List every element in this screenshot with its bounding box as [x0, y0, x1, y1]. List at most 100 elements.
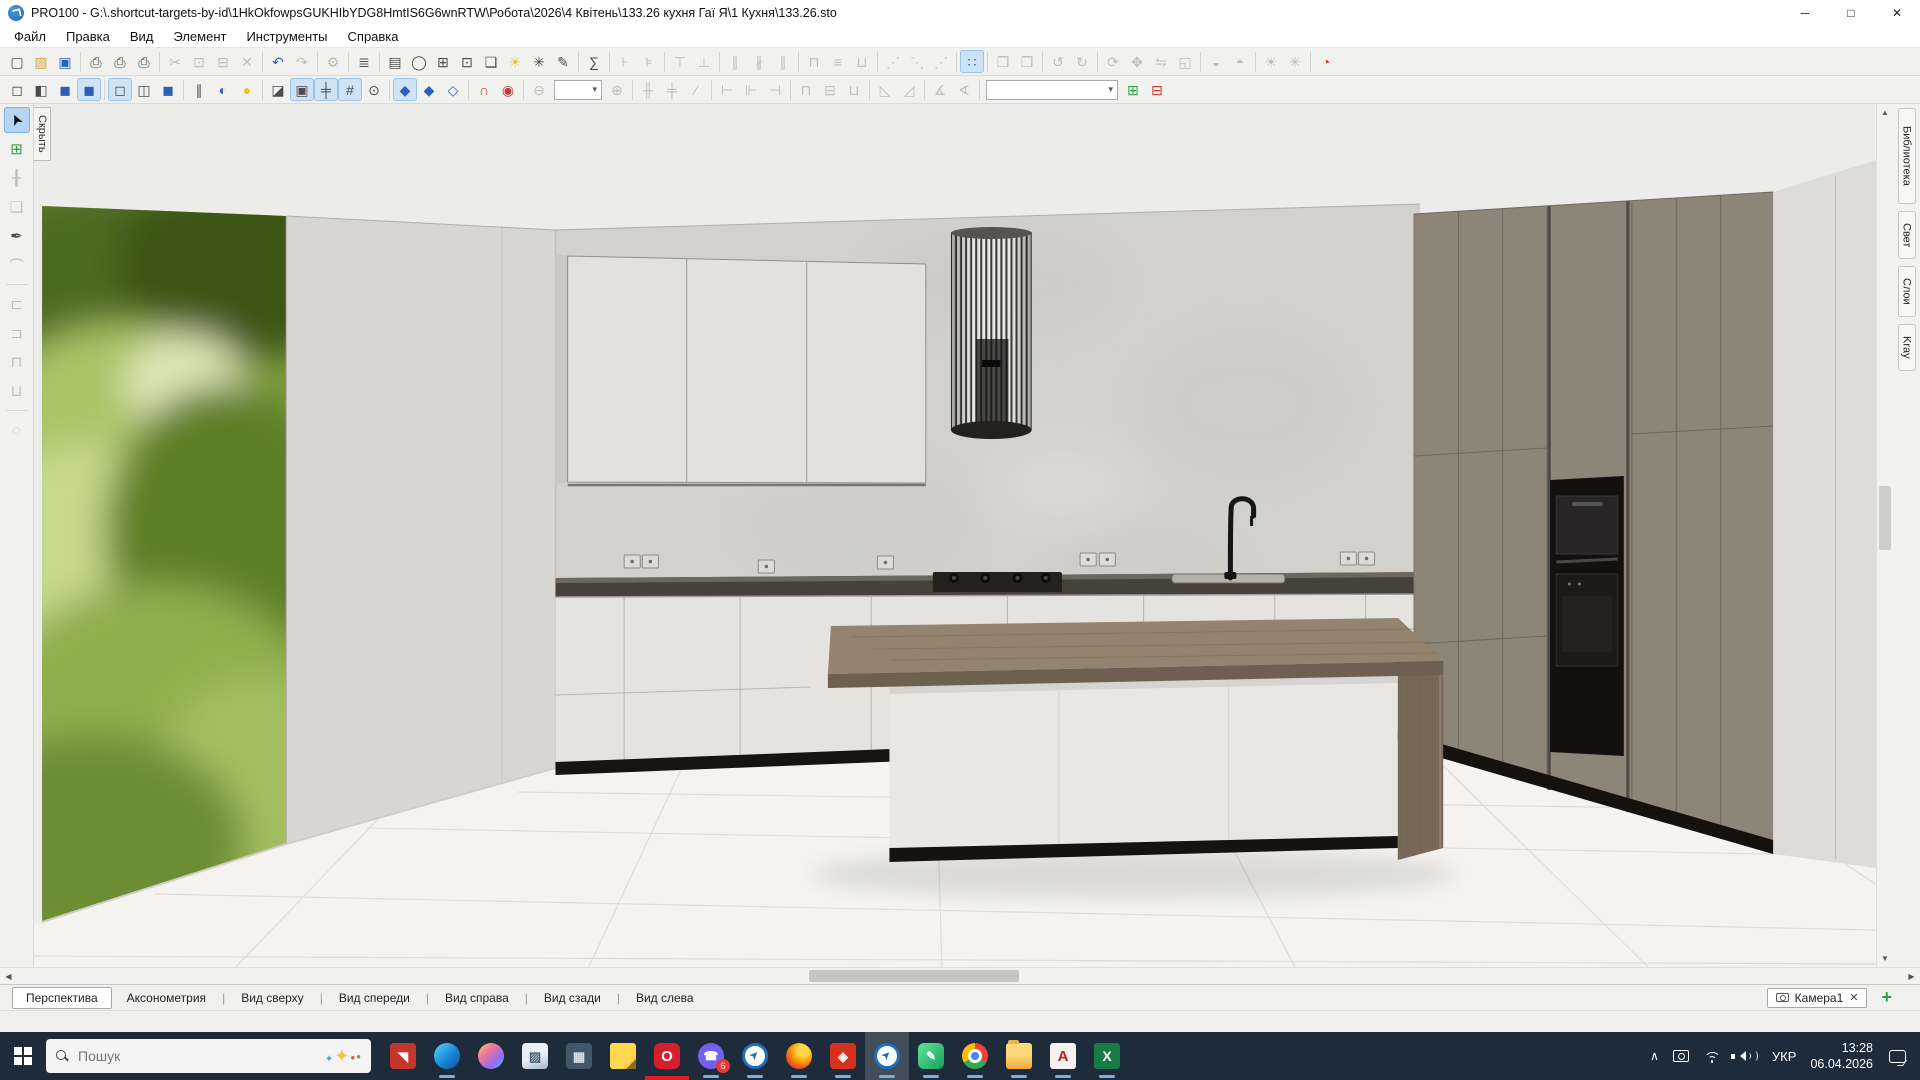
align-bottom-edge-button[interactable]: ⊔	[842, 78, 866, 101]
minimize-button[interactable]: ─	[1782, 0, 1828, 26]
menu-view[interactable]: Вид	[120, 27, 164, 46]
remove-element-button[interactable]: ⊟	[1145, 78, 1169, 101]
center-horizontal-button[interactable]: ⊤	[668, 50, 692, 73]
taskbar-app-pro100[interactable]: ➤	[733, 1032, 777, 1080]
display-cast-icon[interactable]	[1673, 1050, 1689, 1062]
search-tool-button[interactable]: ◌	[4, 417, 30, 443]
page-setup-button[interactable]: ⎙	[84, 50, 108, 73]
report-button[interactable]: ▤	[383, 50, 407, 73]
volume-icon[interactable]	[1735, 1051, 1758, 1061]
slant-button[interactable]: ∕	[684, 78, 708, 101]
scroll-down-arrow-icon[interactable]: ▼	[1877, 950, 1893, 967]
taskbar-app-excel[interactable]: X	[1085, 1032, 1129, 1080]
taskbar-app-sticky-notes[interactable]	[601, 1032, 645, 1080]
space-evenly-v-button[interactable]: ╪	[660, 78, 684, 101]
rotate-right-button[interactable]: ↻	[1070, 50, 1094, 73]
lamp-button[interactable]: ●	[235, 78, 259, 101]
side-tab-light[interactable]: Свет	[1898, 211, 1916, 259]
taskbar-app-chrome[interactable]	[953, 1032, 997, 1080]
zoom-in-button[interactable]: ⊕	[605, 78, 629, 101]
align-right-edge-button[interactable]: ⊣	[763, 78, 787, 101]
distribute-2-button[interactable]: ∦	[747, 50, 771, 73]
hide-panel-tab[interactable]: Скрыть	[34, 107, 51, 161]
undo-button[interactable]: ↶	[266, 50, 290, 73]
distribute-1-button[interactable]: ∥	[723, 50, 747, 73]
taskbar-app-explorer[interactable]	[997, 1032, 1041, 1080]
menu-help[interactable]: Справка	[338, 27, 409, 46]
snap-cursor-button[interactable]: ◇	[441, 78, 465, 101]
save-file-button[interactable]: ▣	[53, 50, 77, 73]
vertical-scroll-track[interactable]	[1877, 121, 1893, 950]
taskbar-app-sketchup[interactable]: ◥	[381, 1032, 425, 1080]
add-view-button[interactable]: +	[1881, 987, 1892, 1008]
show-dimensions-button[interactable]: ╪	[314, 78, 338, 101]
view-color-button[interactable]: ◼	[53, 78, 77, 101]
proj-axonometry-button[interactable]: ◫	[132, 78, 156, 101]
side-tab-library[interactable]: Библиотека	[1898, 108, 1916, 204]
report-edit-button[interactable]: ✎	[551, 50, 575, 73]
taskbar-app-photos[interactable]: ▨	[513, 1032, 557, 1080]
magnet-button[interactable]: ∩	[472, 78, 496, 101]
scroll-up-arrow-icon[interactable]: ▲	[1877, 104, 1893, 121]
align-middle-button[interactable]: ≡	[826, 50, 850, 73]
start-button[interactable]	[0, 1032, 46, 1080]
rotate-object-button[interactable]: ⟳	[1101, 50, 1125, 73]
taskbar-search[interactable]: ✦✦●●	[46, 1039, 371, 1073]
plumbing-button[interactable]: ∥	[187, 78, 211, 101]
taskbar-app-opera[interactable]: O	[645, 1032, 689, 1080]
copy-button[interactable]: ⊡	[187, 50, 211, 73]
view-sketch-button[interactable]: ◧	[29, 78, 53, 101]
rotate-step-1-button[interactable]: ⋰	[881, 50, 905, 73]
taskbar-app-viber[interactable]: ☎6	[689, 1032, 733, 1080]
view-tab-left-view[interactable]: Вид слева	[623, 988, 707, 1008]
taskbar-app-finereader[interactable]: ◈	[821, 1032, 865, 1080]
sphere-view-button[interactable]: ◐	[211, 78, 235, 101]
dimension-tool-button[interactable]: ╂	[4, 165, 30, 191]
timer-button[interactable]: ◔	[1314, 50, 1338, 73]
sun-light-button[interactable]: ☀	[503, 50, 527, 73]
search-input[interactable]	[78, 1048, 325, 1064]
align-top-button[interactable]: ⊓	[802, 50, 826, 73]
taskbar-app-pro100-focused[interactable]: ➤	[865, 1032, 909, 1080]
wifi-icon[interactable]	[1703, 1050, 1721, 1063]
mirror-object-button[interactable]: ⇋	[1149, 50, 1173, 73]
view-textures-button[interactable]: ◼	[77, 78, 101, 101]
ellipse-tool-button[interactable]: ◯	[407, 50, 431, 73]
rotate-left-button[interactable]: ↺	[1046, 50, 1070, 73]
close-camera-icon[interactable]: ✕	[1849, 991, 1858, 1004]
view-tab-front-view[interactable]: Вид спереди	[326, 988, 423, 1008]
snap-edges-button[interactable]: ◆	[417, 78, 441, 101]
snap-center-button[interactable]: ◉	[496, 78, 520, 101]
light-a-button[interactable]: ☀	[1259, 50, 1283, 73]
cut-button[interactable]: ✂	[163, 50, 187, 73]
zoom-out-button[interactable]: ⊖	[527, 78, 551, 101]
snap-grid-button[interactable]: ∷	[960, 50, 984, 73]
language-indicator[interactable]: УКР	[1772, 1049, 1797, 1064]
paste-button[interactable]: ⊟	[211, 50, 235, 73]
horizontal-scroll-thumb[interactable]	[809, 970, 1019, 982]
material-tool-button[interactable]: ◪	[266, 78, 290, 101]
render-button[interactable]: ✳	[527, 50, 551, 73]
align-left-tool-button[interactable]: ⊏	[4, 291, 30, 317]
space-evenly-h-button[interactable]: ╫	[636, 78, 660, 101]
new-element-button[interactable]: ⊞	[4, 136, 30, 162]
maximize-button[interactable]: □	[1828, 0, 1874, 26]
align-top-tool-button[interactable]: ⊓	[4, 349, 30, 375]
side-tab-kray[interactable]: Kray	[1898, 324, 1916, 371]
ellipse-h-button[interactable]: ◒	[1204, 50, 1228, 73]
calculation-button[interactable]: ∑	[582, 50, 606, 73]
view-wireframe-button[interactable]: ◻	[5, 78, 29, 101]
zoom-level-combobox[interactable]: ▾	[554, 80, 602, 100]
scroll-left-arrow-icon[interactable]: ◀	[0, 972, 17, 981]
settings-button[interactable]: ⚙	[321, 50, 345, 73]
group-button[interactable]: ❒	[991, 50, 1015, 73]
notifications-icon[interactable]	[1889, 1050, 1906, 1063]
align-left-edge-button[interactable]: ⊢	[715, 78, 739, 101]
hidden-icons-chevron-icon[interactable]: ∧	[1650, 1049, 1659, 1063]
picker-tool-button[interactable]: ✒	[4, 223, 30, 249]
horizontal-scrollbar[interactable]: ◀ ▶	[0, 967, 1920, 984]
taskbar-app-autocad[interactable]: A	[1041, 1032, 1085, 1080]
align-top-edge-button[interactable]: ⊓	[794, 78, 818, 101]
rotate-step-3-button[interactable]: ⋰	[929, 50, 953, 73]
taskbar-app-firefox[interactable]	[777, 1032, 821, 1080]
